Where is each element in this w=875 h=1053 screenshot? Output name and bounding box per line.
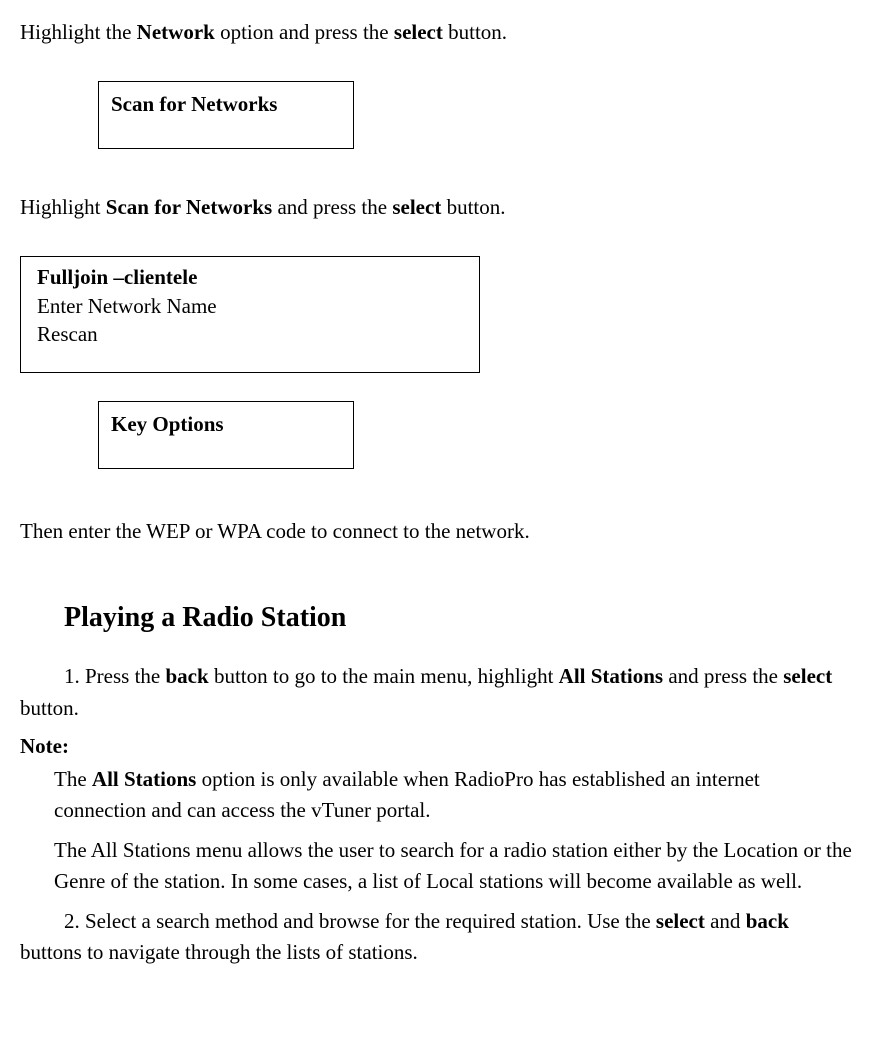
menu-box-network-list: Fulljoin –clientele Enter Network Name R…: [20, 256, 480, 373]
bold-all-stations: All Stations: [559, 664, 663, 688]
instruction-network: Highlight the Network option and press t…: [20, 18, 855, 47]
menu-item-fulljoin: Fulljoin –clientele: [37, 263, 469, 291]
note-body-2: The All Stations menu allows the user to…: [54, 835, 855, 898]
instruction-scan: Highlight Scan for Networks and press th…: [20, 193, 855, 222]
bold-select: select: [394, 20, 443, 44]
step-2: 2. Select a search method and browse for…: [20, 906, 855, 969]
text: buttons to navigate through the lists of…: [20, 940, 418, 964]
bold-back: back: [746, 909, 789, 933]
menu-item-rescan: Rescan: [37, 320, 469, 348]
section-heading-playing-radio: Playing a Radio Station: [64, 598, 855, 637]
bold-back: back: [166, 664, 209, 688]
text: button.: [20, 696, 79, 720]
text: 2. Select a search method and browse for…: [64, 909, 656, 933]
bold-select: select: [392, 195, 441, 219]
text: button.: [441, 195, 505, 219]
menu-item-label: Key Options: [111, 412, 224, 436]
text: and press the: [272, 195, 392, 219]
step-1: 1. Press the back button to go to the ma…: [20, 661, 855, 724]
bold-all-stations: All Stations: [92, 767, 196, 791]
instruction-enter-code: Then enter the WEP or WPA code to connec…: [20, 517, 855, 546]
text: The: [54, 767, 92, 791]
text: option and press the: [215, 20, 394, 44]
text: and press the: [663, 664, 783, 688]
bold-select: select: [783, 664, 832, 688]
note-label: Note:: [20, 732, 855, 761]
text: button.: [443, 20, 507, 44]
bold-network: Network: [137, 20, 215, 44]
text: 1. Press the: [64, 664, 166, 688]
text: button to go to the main menu, highlight: [209, 664, 559, 688]
text: Highlight the: [20, 20, 137, 44]
note-body-1: The All Stations option is only availabl…: [54, 764, 855, 827]
bold-select: select: [656, 909, 705, 933]
menu-box-scan-for-networks: Scan for Networks: [98, 81, 354, 148]
bold-scan-for-networks: Scan for Networks: [106, 195, 272, 219]
text: Highlight: [20, 195, 106, 219]
text: and: [705, 909, 746, 933]
menu-item-enter-network-name: Enter Network Name: [37, 292, 469, 320]
menu-box-key-options: Key Options: [98, 401, 354, 468]
menu-item-label: Scan for Networks: [111, 92, 277, 116]
